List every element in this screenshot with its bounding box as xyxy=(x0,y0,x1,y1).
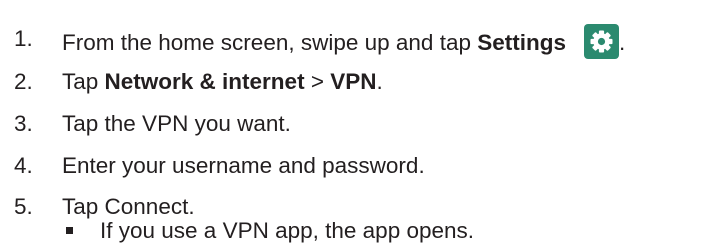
step-text-trail: . xyxy=(376,69,383,94)
step-3: 3. Tap the VPN you want. xyxy=(0,109,720,139)
step-text: Enter your username and password. xyxy=(62,153,425,178)
step-number: 2. xyxy=(14,69,33,94)
step-number: 4. xyxy=(14,153,33,178)
step-2: 2. Tap Network & internet > VPN. xyxy=(0,67,720,97)
step-4: 4. Enter your username and password. xyxy=(0,151,720,181)
settings-gear-icon xyxy=(583,24,619,59)
settings-label: Settings xyxy=(477,30,566,55)
step-text-lead: From the home screen, swipe up and tap xyxy=(62,30,478,55)
step-5-sub-item: If you use a VPN app, the app opens. xyxy=(0,216,720,246)
step-number: 3. xyxy=(14,111,33,136)
square-bullet-icon xyxy=(66,227,73,234)
step-text: Tap Network & internet > VPN. xyxy=(62,67,383,97)
step-text-trail: . xyxy=(618,30,626,55)
vpn-label: VPN xyxy=(330,69,377,94)
sub-item-text: If you use a VPN app, the app opens. xyxy=(100,218,475,243)
network-internet-label: Network & internet xyxy=(104,69,305,94)
step-1: 1. From the home screen, swipe up and ta… xyxy=(0,24,720,59)
path-separator: > xyxy=(304,69,331,94)
step-text-lead: Tap xyxy=(62,69,105,94)
step-number: 1. xyxy=(14,26,33,51)
step-text: Tap the VPN you want. xyxy=(62,111,291,136)
step-text: From the home screen, swipe up and tap S… xyxy=(62,24,625,59)
